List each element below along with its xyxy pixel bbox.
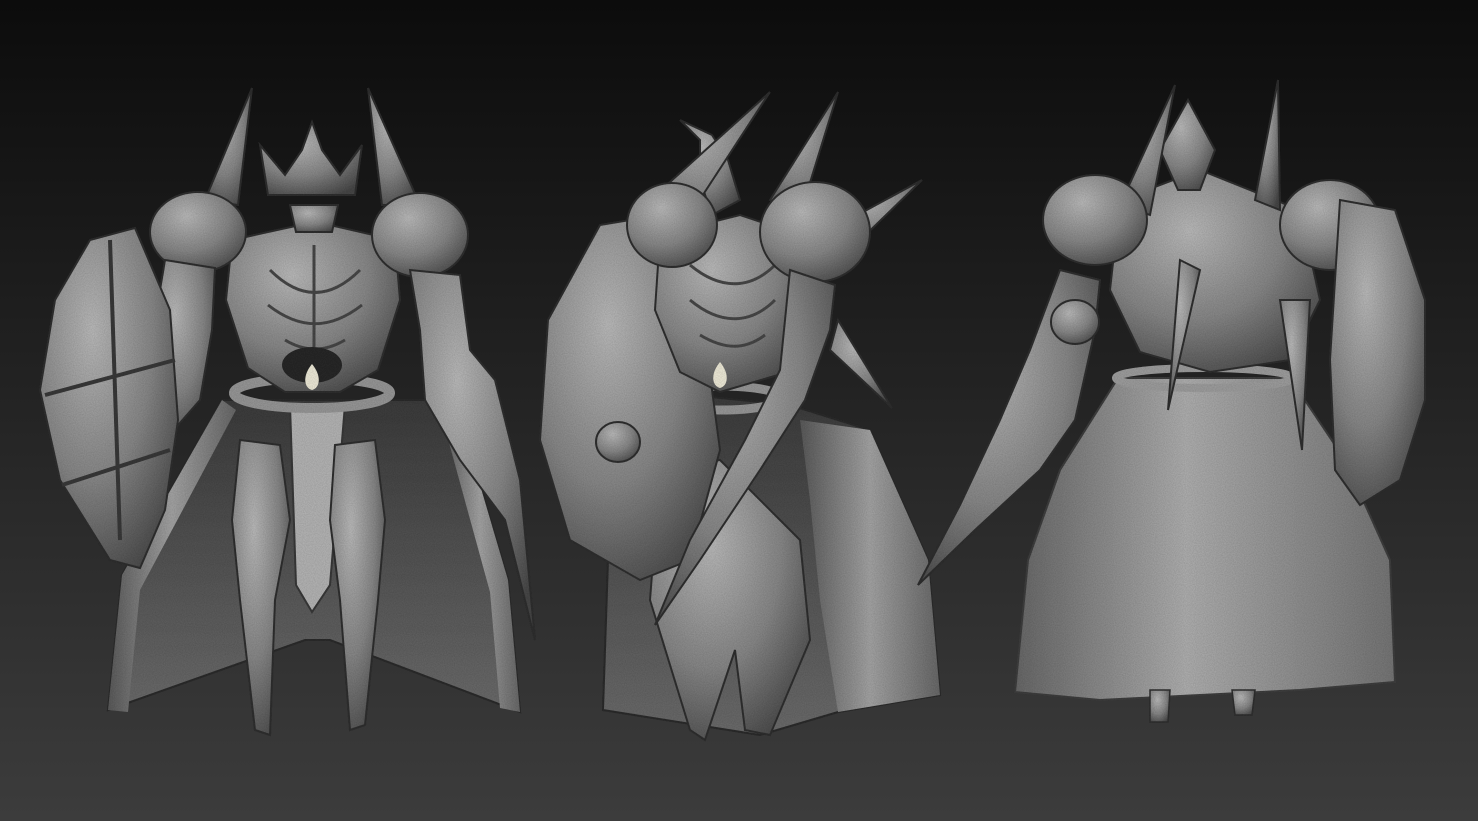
head-front: [288, 204, 340, 233]
leg-stub-right-back: [1231, 689, 1256, 716]
viewport: [0, 0, 1478, 821]
leg-stub-left-back: [1149, 689, 1171, 723]
shoulder-left-three-quarter: [626, 182, 718, 268]
shoulder-left-back: [1042, 174, 1148, 266]
fist-three-quarter: [595, 421, 641, 463]
turnaround-render: [0, 0, 1478, 821]
shoulder-right-three-quarter: [759, 181, 871, 283]
elbow-back: [1050, 299, 1100, 345]
shoulder-right-front: [371, 192, 469, 278]
